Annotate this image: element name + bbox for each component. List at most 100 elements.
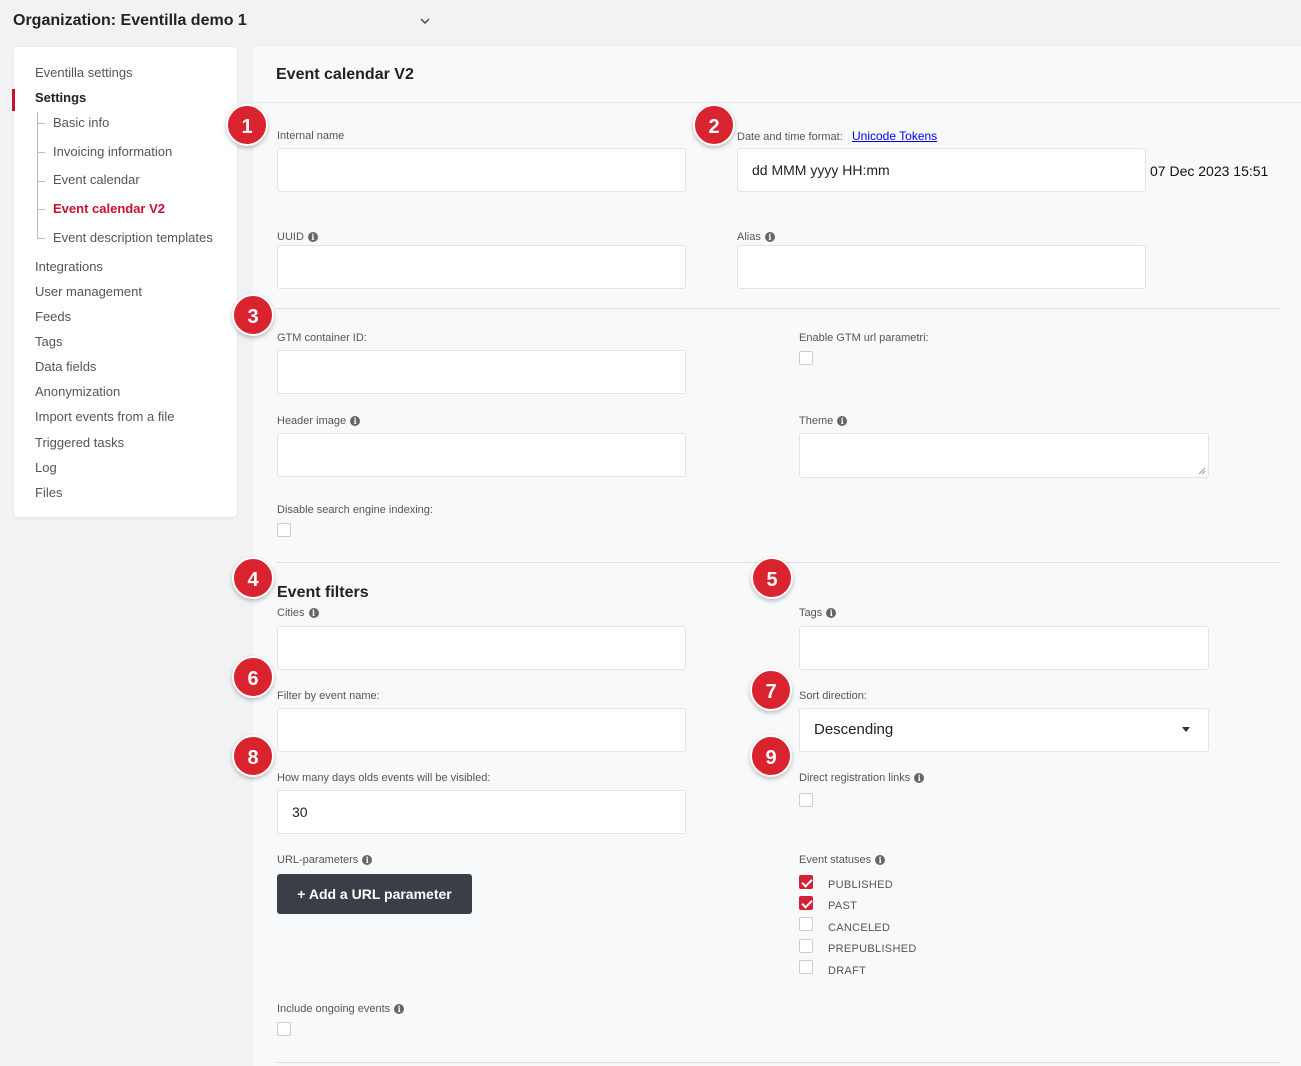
header-image-label-text: Header image	[277, 415, 347, 427]
alias-input[interactable]	[737, 245, 1146, 289]
info-icon[interactable]: i	[764, 232, 775, 242]
organization-title: Organization: Eventilla demo 1	[13, 12, 247, 29]
status-canceled-label: CANCELED	[828, 922, 891, 934]
days-old-label: How many days olds events will be visibl…	[277, 772, 491, 784]
organization-selector[interactable]: Organization: Eventilla demo 1	[13, 8, 433, 34]
info-icon[interactable]: i	[826, 608, 837, 618]
sidebar-item-integrations[interactable]: Integrations	[35, 259, 103, 275]
info-icon[interactable]: i	[350, 416, 361, 426]
annotation-badge-2: 2	[693, 104, 735, 146]
main-panel: Event calendar V2 Internal name Date and…	[253, 47, 1301, 1066]
theme-label: Theme i	[799, 414, 848, 428]
sidebar-item-event-calendar[interactable]: Event calendar	[53, 172, 140, 188]
sidebar-item-triggered-tasks[interactable]: Triggered tasks	[35, 435, 124, 451]
event-statuses-label-text: Event statuses	[799, 854, 872, 866]
status-prepublished-checkbox[interactable]	[799, 939, 813, 953]
sidebar-item-tags[interactable]: Tags	[35, 334, 62, 350]
include-ongoing-checkbox[interactable]	[277, 1022, 291, 1036]
disable-indexing-label: Disable search engine indexing:	[277, 504, 433, 516]
filter-event-name-label: Filter by event name:	[277, 690, 380, 702]
annotation-badge-8: 8	[232, 735, 274, 777]
date-format-input[interactable]	[737, 148, 1146, 192]
event-filters-title: Event filters	[277, 584, 369, 601]
gtm-container-id-input[interactable]	[277, 350, 686, 394]
days-old-input[interactable]	[277, 790, 686, 834]
status-draft-label: DRAFT	[828, 965, 867, 977]
status-published-label: PUBLISHED	[828, 879, 894, 891]
url-parameters-label: URL-parameters i	[277, 853, 373, 867]
caret-down-icon	[1182, 727, 1190, 732]
date-format-label: Date and time format:	[737, 131, 843, 143]
info-icon[interactable]: i	[307, 232, 318, 242]
status-past-label: PAST	[828, 900, 858, 912]
filter-event-name-input[interactable]	[277, 708, 686, 752]
direct-links-checkbox[interactable]	[799, 793, 813, 807]
gtm-container-id-label: GTM container ID:	[277, 332, 367, 344]
sidebar-item-invoicing-information[interactable]: Invoicing information	[53, 144, 172, 160]
sidebar-item-event-calendar-v2[interactable]: Event calendar V2	[53, 201, 165, 217]
include-ongoing-label-text: Include ongoing events	[277, 1003, 391, 1015]
sort-direction-label: Sort direction:	[799, 690, 867, 702]
settings-sidebar: Eventilla settings Settings Basic info I…	[12, 47, 237, 517]
tree-tick	[37, 181, 45, 182]
cities-label: Cities i	[277, 606, 319, 620]
sidebar-item-user-management[interactable]: User management	[35, 284, 142, 300]
tree-line	[37, 112, 38, 239]
cities-label-text: Cities	[277, 607, 305, 619]
sidebar-item-event-description-templates[interactable]: Event description templates	[53, 230, 213, 246]
header-image-label: Header image i	[277, 414, 361, 428]
tags-label-text: Tags	[799, 607, 823, 619]
header-divider	[253, 102, 1301, 103]
sidebar-item-files[interactable]: Files	[35, 485, 62, 501]
status-past-checkbox[interactable]	[799, 896, 813, 910]
alias-label: Alias i	[737, 230, 775, 244]
info-icon[interactable]: i	[394, 1004, 405, 1014]
unicode-tokens-link[interactable]: Unicode Tokens	[852, 129, 937, 143]
sidebar-item-settings[interactable]: Settings	[35, 90, 86, 106]
uuid-input[interactable]	[277, 245, 686, 289]
direct-links-label: Direct registration links i	[799, 771, 925, 785]
direct-links-label-text: Direct registration links	[799, 772, 911, 784]
info-icon[interactable]: i	[875, 855, 886, 865]
alias-label-text: Alias	[737, 231, 761, 243]
status-draft-checkbox[interactable]	[799, 960, 813, 974]
status-prepublished-label: PREPUBLISHED	[828, 943, 917, 955]
add-url-parameter-button[interactable]: + Add a URL parameter	[277, 874, 472, 914]
chevron-down-icon[interactable]	[418, 14, 432, 28]
tree-tick	[37, 209, 45, 210]
resize-handle-icon[interactable]	[1198, 467, 1206, 475]
sidebar-item-data-fields[interactable]: Data fields	[35, 359, 96, 375]
sidebar-item-eventilla-settings[interactable]: Eventilla settings	[35, 65, 133, 81]
sidebar-item-import-events[interactable]: Import events from a file	[35, 409, 174, 425]
gtm-url-param-checkbox[interactable]	[799, 351, 813, 365]
info-icon[interactable]: i	[308, 608, 319, 618]
sidebar-item-feeds[interactable]: Feeds	[35, 309, 71, 325]
cities-input[interactable]	[277, 626, 686, 670]
status-canceled-checkbox[interactable]	[799, 917, 813, 931]
disable-indexing-checkbox[interactable]	[277, 523, 291, 537]
uuid-label-text: UUID	[277, 231, 304, 243]
annotation-badge-3: 3	[232, 294, 274, 336]
internal-name-input[interactable]	[277, 148, 686, 192]
active-section-marker	[12, 89, 15, 111]
gtm-url-param-label: Enable GTM url parametri:	[799, 332, 929, 344]
info-icon[interactable]: i	[914, 773, 925, 783]
header-image-input[interactable]	[277, 433, 686, 477]
section-divider	[276, 308, 1280, 309]
annotation-badge-5: 5	[751, 557, 793, 599]
date-format-preview: 07 Dec 2023 15:51	[1150, 163, 1269, 179]
tags-input[interactable]	[799, 626, 1209, 670]
info-icon[interactable]: i	[837, 416, 848, 426]
event-statuses-label: Event statuses i	[799, 853, 886, 867]
theme-textarea[interactable]	[799, 433, 1209, 478]
tags-label: Tags i	[799, 606, 837, 620]
info-icon[interactable]: i	[362, 855, 373, 865]
sidebar-item-anonymization[interactable]: Anonymization	[35, 384, 120, 400]
sort-direction-value: Descending	[814, 721, 894, 738]
sort-direction-select[interactable]: Descending	[799, 708, 1209, 752]
annotation-badge-9: 9	[750, 735, 792, 777]
internal-name-label: Internal name	[277, 130, 345, 142]
status-published-checkbox[interactable]	[799, 875, 813, 889]
sidebar-item-log[interactable]: Log	[35, 460, 57, 476]
sidebar-item-basic-info[interactable]: Basic info	[53, 115, 109, 131]
